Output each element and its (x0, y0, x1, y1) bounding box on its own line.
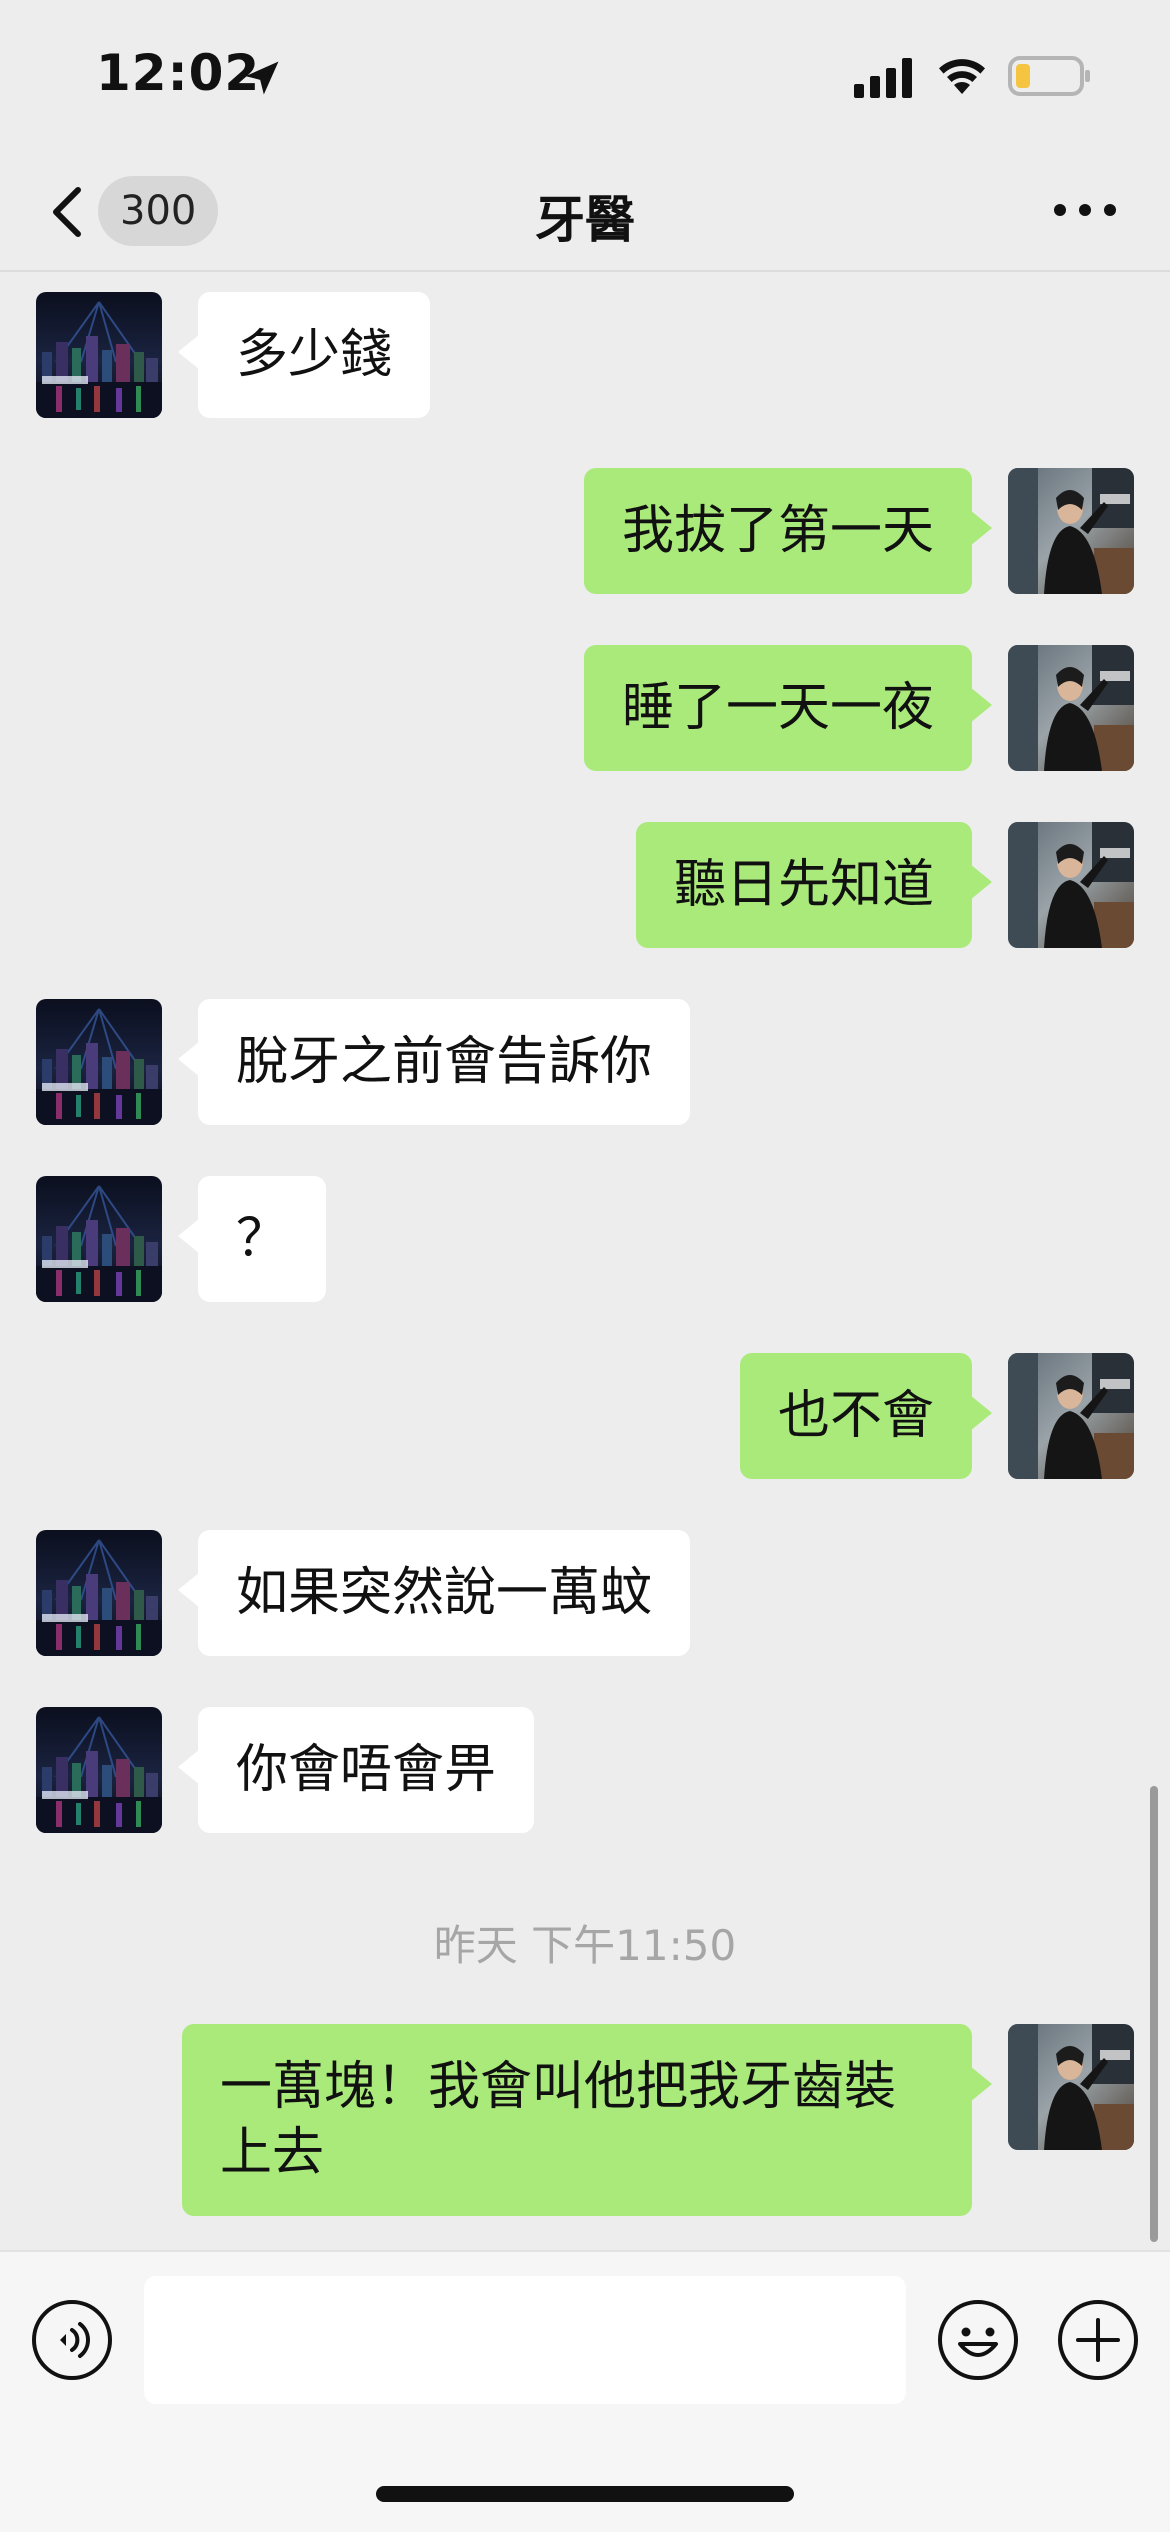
outgoing-message-bubble[interactable]: 一萬塊！我會叫他把我牙齒裝上去 (182, 2024, 992, 2216)
incoming-message-bubble[interactable]: 如果突然說一萬蚊 (177, 1530, 691, 1656)
message-input[interactable] (144, 2276, 906, 2404)
my-avatar[interactable] (1008, 468, 1134, 594)
outgoing-message-bubble[interactable]: 我拔了第一天 (583, 468, 993, 594)
chat-screen: 12:02 300 牙醫 多少錢 我拔了第一天 睡了一天一夜 聽日先知道 脫牙之… (0, 0, 1170, 2532)
signal-icon (854, 58, 912, 98)
contact-avatar[interactable] (36, 1176, 162, 1302)
my-avatar[interactable] (1008, 645, 1134, 771)
status-bar: 12:02 (0, 0, 1170, 150)
scrollbar[interactable] (1150, 1786, 1158, 2242)
nav-bar: 300 牙醫 (0, 150, 1170, 272)
incoming-message-bubble[interactable]: 脫牙之前會告訴你 (177, 999, 691, 1125)
outgoing-message-bubble[interactable]: 也不會 (739, 1353, 993, 1479)
my-avatar[interactable] (1008, 1353, 1134, 1479)
emoji-icon[interactable] (936, 2298, 1020, 2382)
contact-avatar[interactable] (36, 292, 162, 418)
plus-icon[interactable] (1056, 2298, 1140, 2382)
message-timestamp: 昨天 下午11:50 (433, 1921, 737, 1970)
incoming-message-bubble[interactable]: 你會唔會畀 (177, 1707, 535, 1833)
incoming-message-bubble[interactable]: 多少錢 (177, 292, 431, 418)
my-avatar[interactable] (1008, 2024, 1134, 2150)
status-time: 12:02 (96, 44, 261, 102)
contact-avatar[interactable] (36, 999, 162, 1125)
outgoing-message-bubble[interactable]: 聽日先知道 (635, 822, 993, 948)
location-arrow-icon (245, 61, 279, 95)
home-indicator[interactable] (376, 2486, 794, 2502)
more-icon[interactable] (1050, 190, 1120, 230)
contact-avatar[interactable] (36, 1707, 162, 1833)
incoming-message-bubble[interactable]: ？ (177, 1176, 327, 1302)
battery-low-icon (1008, 56, 1090, 96)
outgoing-message-bubble[interactable]: 睡了一天一夜 (583, 645, 993, 771)
voice-icon[interactable] (30, 2298, 114, 2382)
wifi-icon (939, 59, 985, 94)
contact-avatar[interactable] (36, 1530, 162, 1656)
my-avatar[interactable] (1008, 822, 1134, 948)
message-list[interactable]: 多少錢 我拔了第一天 睡了一天一夜 聽日先知道 脫牙之前會告訴你 ？ 也不會 如… (0, 272, 1170, 2250)
chat-title: 牙醫 (535, 191, 635, 249)
